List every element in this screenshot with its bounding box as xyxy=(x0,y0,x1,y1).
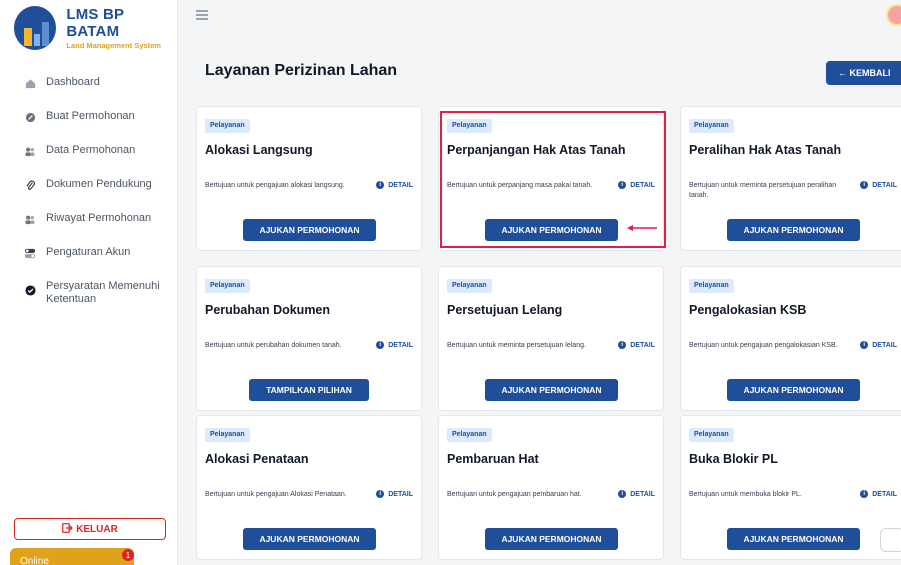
sidebar-item-pengaturan-akun[interactable]: Pengaturan Akun xyxy=(0,246,178,280)
sidebar-item-label: Persyaratan Memenuhi Ketentuan xyxy=(46,280,160,305)
service-title: Peralihan Hak Atas Tanah xyxy=(689,143,842,157)
submit-request-button[interactable]: AJUKAN PERMOHONAN xyxy=(727,219,860,241)
info-icon: i xyxy=(618,490,627,498)
service-title: Pembaruan Hat xyxy=(447,452,539,466)
detail-link[interactable]: i DETAIL xyxy=(376,341,413,349)
toggle-icon xyxy=(24,247,36,259)
info-icon: i xyxy=(860,490,869,498)
detail-link[interactable]: i DETAIL xyxy=(860,181,897,189)
service-description: Bertujuan untuk pengajuan pembaruan hat. xyxy=(447,491,582,498)
paperclip-icon xyxy=(24,179,36,191)
detail-link[interactable]: i DETAIL xyxy=(376,181,413,189)
service-tag: Pelayanan xyxy=(447,428,492,442)
avatar[interactable] xyxy=(886,4,901,26)
sidebar-item-label: Buat Permohonan xyxy=(46,110,135,122)
service-description: Bertujuan untuk pengajuan pengalokasian … xyxy=(689,342,838,349)
detail-link[interactable]: i DETAIL xyxy=(860,341,897,349)
file-edit-icon xyxy=(24,111,36,123)
sidebar-item-dashboard[interactable]: Dashboard xyxy=(0,76,178,110)
menu-icon[interactable] xyxy=(196,10,208,20)
info-icon: i xyxy=(376,341,385,349)
show-options-button[interactable]: TAMPILKAN PILIHAN xyxy=(249,379,369,401)
service-description: Bertujuan untuk pengajuan alokasi langsu… xyxy=(205,182,345,189)
sidebar: LMS BP BATAM Land Management System Dash… xyxy=(0,0,178,565)
service-card: Pelayanan Perubahan Dokumen Bertujuan un… xyxy=(196,266,422,411)
detail-link[interactable]: i DETAIL xyxy=(618,341,655,349)
service-tag: Pelayanan xyxy=(205,119,250,133)
online-label: Online xyxy=(20,556,49,565)
submit-request-button[interactable]: AJUKAN PERMOHONAN xyxy=(485,379,618,401)
sidebar-item-label: Riwayat Permohonan xyxy=(46,212,152,224)
submit-request-button[interactable]: AJUKAN PERMOHONAN xyxy=(243,219,376,241)
service-description: Bertujuan untuk meminta persetujuan pera… xyxy=(689,182,837,199)
brand-subtitle: Land Management System xyxy=(66,41,161,50)
logout-icon xyxy=(62,522,74,536)
logout-button[interactable]: KELUAR xyxy=(14,518,166,540)
service-tag: Pelayanan xyxy=(205,279,250,293)
detail-link[interactable]: i DETAIL xyxy=(860,490,897,498)
service-description: Bertujuan untuk meminta persetujuan lela… xyxy=(447,342,586,349)
service-tag: Pelayanan xyxy=(205,428,250,442)
topbar xyxy=(178,0,901,40)
sidebar-nav: Dashboard Buat Permohonan Data Permohona… xyxy=(0,76,178,324)
users-icon xyxy=(24,213,36,225)
submit-request-button[interactable]: AJUKAN PERMOHONAN xyxy=(727,379,860,401)
logo-emblem-icon xyxy=(14,6,57,50)
back-button[interactable]: ← KEMBALI xyxy=(826,61,901,85)
service-title: Alokasi Langsung xyxy=(205,143,313,157)
sidebar-item-buat-permohonan[interactable]: Buat Permohonan xyxy=(0,110,178,144)
service-tag: Pelayanan xyxy=(447,279,492,293)
service-card: Pelayanan Pengalokasian KSB Bertujuan un… xyxy=(680,266,901,411)
arrow-left-icon xyxy=(627,225,657,231)
sidebar-item-label: Data Permohonan xyxy=(46,144,136,156)
app-logo[interactable]: LMS BP BATAM Land Management System xyxy=(14,6,177,50)
service-card: Pelayanan Pembaruan Hat Bertujuan untuk … xyxy=(438,415,664,560)
service-card: Pelayanan Alokasi Penataan Bertujuan unt… xyxy=(196,415,422,560)
service-card: Pelayanan Buka Blokir PL Bertujuan untuk… xyxy=(680,415,901,560)
service-title: Alokasi Penataan xyxy=(205,452,309,466)
submit-request-button[interactable]: AJUKAN PERMOHONAN xyxy=(485,528,618,550)
sidebar-item-label: Dokumen Pendukung xyxy=(46,178,152,190)
online-status-widget[interactable]: Online xyxy=(10,548,134,565)
home-icon xyxy=(24,77,36,89)
sidebar-item-riwayat-permohonan[interactable]: Riwayat Permohonan xyxy=(0,212,178,246)
sidebar-item-persyaratan[interactable]: Persyaratan Memenuhi Ketentuan xyxy=(0,280,178,324)
brand-title: LMS BP BATAM xyxy=(66,6,124,40)
submit-request-button[interactable]: AJUKAN PERMOHONAN xyxy=(727,528,860,550)
logout-label: KELUAR xyxy=(76,523,118,535)
check-circle-icon xyxy=(24,284,36,296)
service-tag: Pelayanan xyxy=(689,119,734,133)
service-tag: Pelayanan xyxy=(689,279,734,293)
info-icon: i xyxy=(860,181,869,189)
service-title: Pengalokasian KSB xyxy=(689,303,807,317)
detail-link[interactable]: i DETAIL xyxy=(618,490,655,498)
service-title: Persetujuan Lelang xyxy=(447,303,563,317)
detail-link[interactable]: i DETAIL xyxy=(376,490,413,498)
service-description: Bertujuan untuk pengajuan Alokasi Penata… xyxy=(205,491,347,498)
sidebar-item-label: Dashboard xyxy=(46,76,100,88)
info-icon: i xyxy=(376,181,385,189)
service-card: Pelayanan Peralihan Hak Atas Tanah Bertu… xyxy=(680,106,901,251)
users-icon xyxy=(24,145,36,157)
info-icon: i xyxy=(376,490,385,498)
service-tag: Pelayanan xyxy=(689,428,734,442)
sidebar-item-data-permohonan[interactable]: Data Permohonan xyxy=(0,144,178,178)
service-card: Pelayanan Alokasi Langsung Bertujuan unt… xyxy=(196,106,422,251)
sidebar-item-label: Pengaturan Akun xyxy=(46,246,131,258)
service-title: Perubahan Dokumen xyxy=(205,303,331,317)
page-title: Layanan Perizinan Lahan xyxy=(205,62,398,79)
service-description: Bertujuan untuk perubahan dokumen tanah. xyxy=(205,342,342,349)
info-icon: i xyxy=(860,341,869,349)
notification-badge: 1 xyxy=(122,549,134,561)
info-icon: i xyxy=(618,341,627,349)
service-description: Bertujuan untuk membuka blokir PL. xyxy=(689,491,802,498)
service-card: Pelayanan Persetujuan Lelang Bertujuan u… xyxy=(438,266,664,411)
service-title: Buka Blokir PL xyxy=(689,452,778,466)
submit-request-button[interactable]: AJUKAN PERMOHONAN xyxy=(243,528,376,550)
sidebar-item-dokumen-pendukung[interactable]: Dokumen Pendukung xyxy=(0,178,178,212)
help-widget[interactable] xyxy=(880,528,901,552)
